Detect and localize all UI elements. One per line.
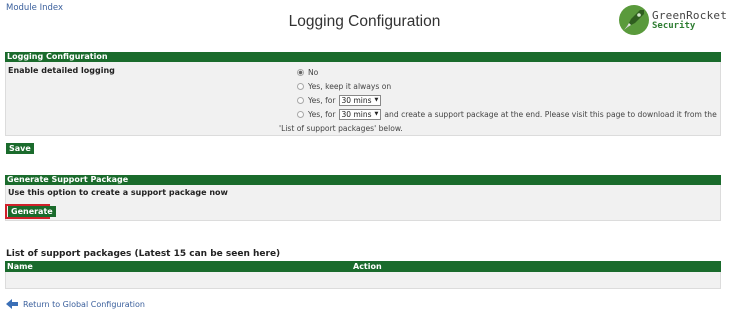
packages-title: List of support packages (Latest 15 can … — [6, 249, 281, 259]
module-index-link[interactable]: Module Index — [6, 3, 63, 13]
duration-select[interactable]: 30 mins ▼ — [338, 95, 382, 106]
radio-timed-package[interactable] — [297, 111, 304, 118]
support-section-header: Generate Support Package — [5, 175, 721, 185]
rocket-icon — [619, 5, 649, 35]
back-arrow-icon — [6, 299, 18, 309]
chevron-down-icon: ▼ — [374, 97, 379, 103]
packages-table-body — [5, 272, 721, 289]
package-duration-select-value: 30 mins — [341, 110, 372, 119]
option-always-on[interactable]: Yes, keep it always on — [297, 80, 391, 93]
option-timed-label: Yes, for — [308, 96, 336, 105]
option-no-label: No — [308, 68, 319, 77]
generate-button[interactable]: Generate — [8, 206, 56, 217]
logo-subtitle: Security — [652, 21, 696, 31]
option-timed-package[interactable]: Yes, for 30 mins ▼ and create a support … — [297, 108, 717, 121]
brand-logo: GreenRocket Security — [618, 3, 727, 37]
option-timed-package-label: Yes, for — [308, 110, 336, 119]
save-button[interactable]: Save — [6, 143, 34, 154]
return-link-label: Return to Global Configuration — [23, 299, 145, 309]
package-duration-select[interactable]: 30 mins ▼ — [338, 109, 382, 120]
column-header-name: Name — [7, 262, 33, 271]
option-timed[interactable]: Yes, for 30 mins ▼ — [297, 94, 384, 107]
logging-section-header: Logging Configuration — [5, 52, 721, 62]
option-timed-package-continuation: 'List of support packages' below. — [279, 124, 403, 133]
radio-always-on[interactable] — [297, 83, 304, 90]
column-header-action: Action — [353, 262, 382, 271]
support-section-body: Use this option to create a support pack… — [5, 185, 721, 221]
duration-select-value: 30 mins — [341, 96, 372, 105]
option-no[interactable]: No — [297, 66, 318, 79]
option-timed-package-description: and create a support package at the end.… — [384, 110, 717, 119]
chevron-down-icon: ▼ — [374, 111, 379, 117]
packages-table-header: Name Action — [5, 261, 721, 272]
radio-no[interactable] — [297, 69, 304, 76]
radio-timed[interactable] — [297, 97, 304, 104]
return-link[interactable]: Return to Global Configuration — [6, 299, 145, 309]
generate-button-highlight: Generate — [5, 204, 56, 219]
detailed-logging-label: Enable detailed logging — [8, 66, 115, 75]
option-always-on-label: Yes, keep it always on — [308, 82, 392, 91]
support-description: Use this option to create a support pack… — [8, 188, 228, 197]
